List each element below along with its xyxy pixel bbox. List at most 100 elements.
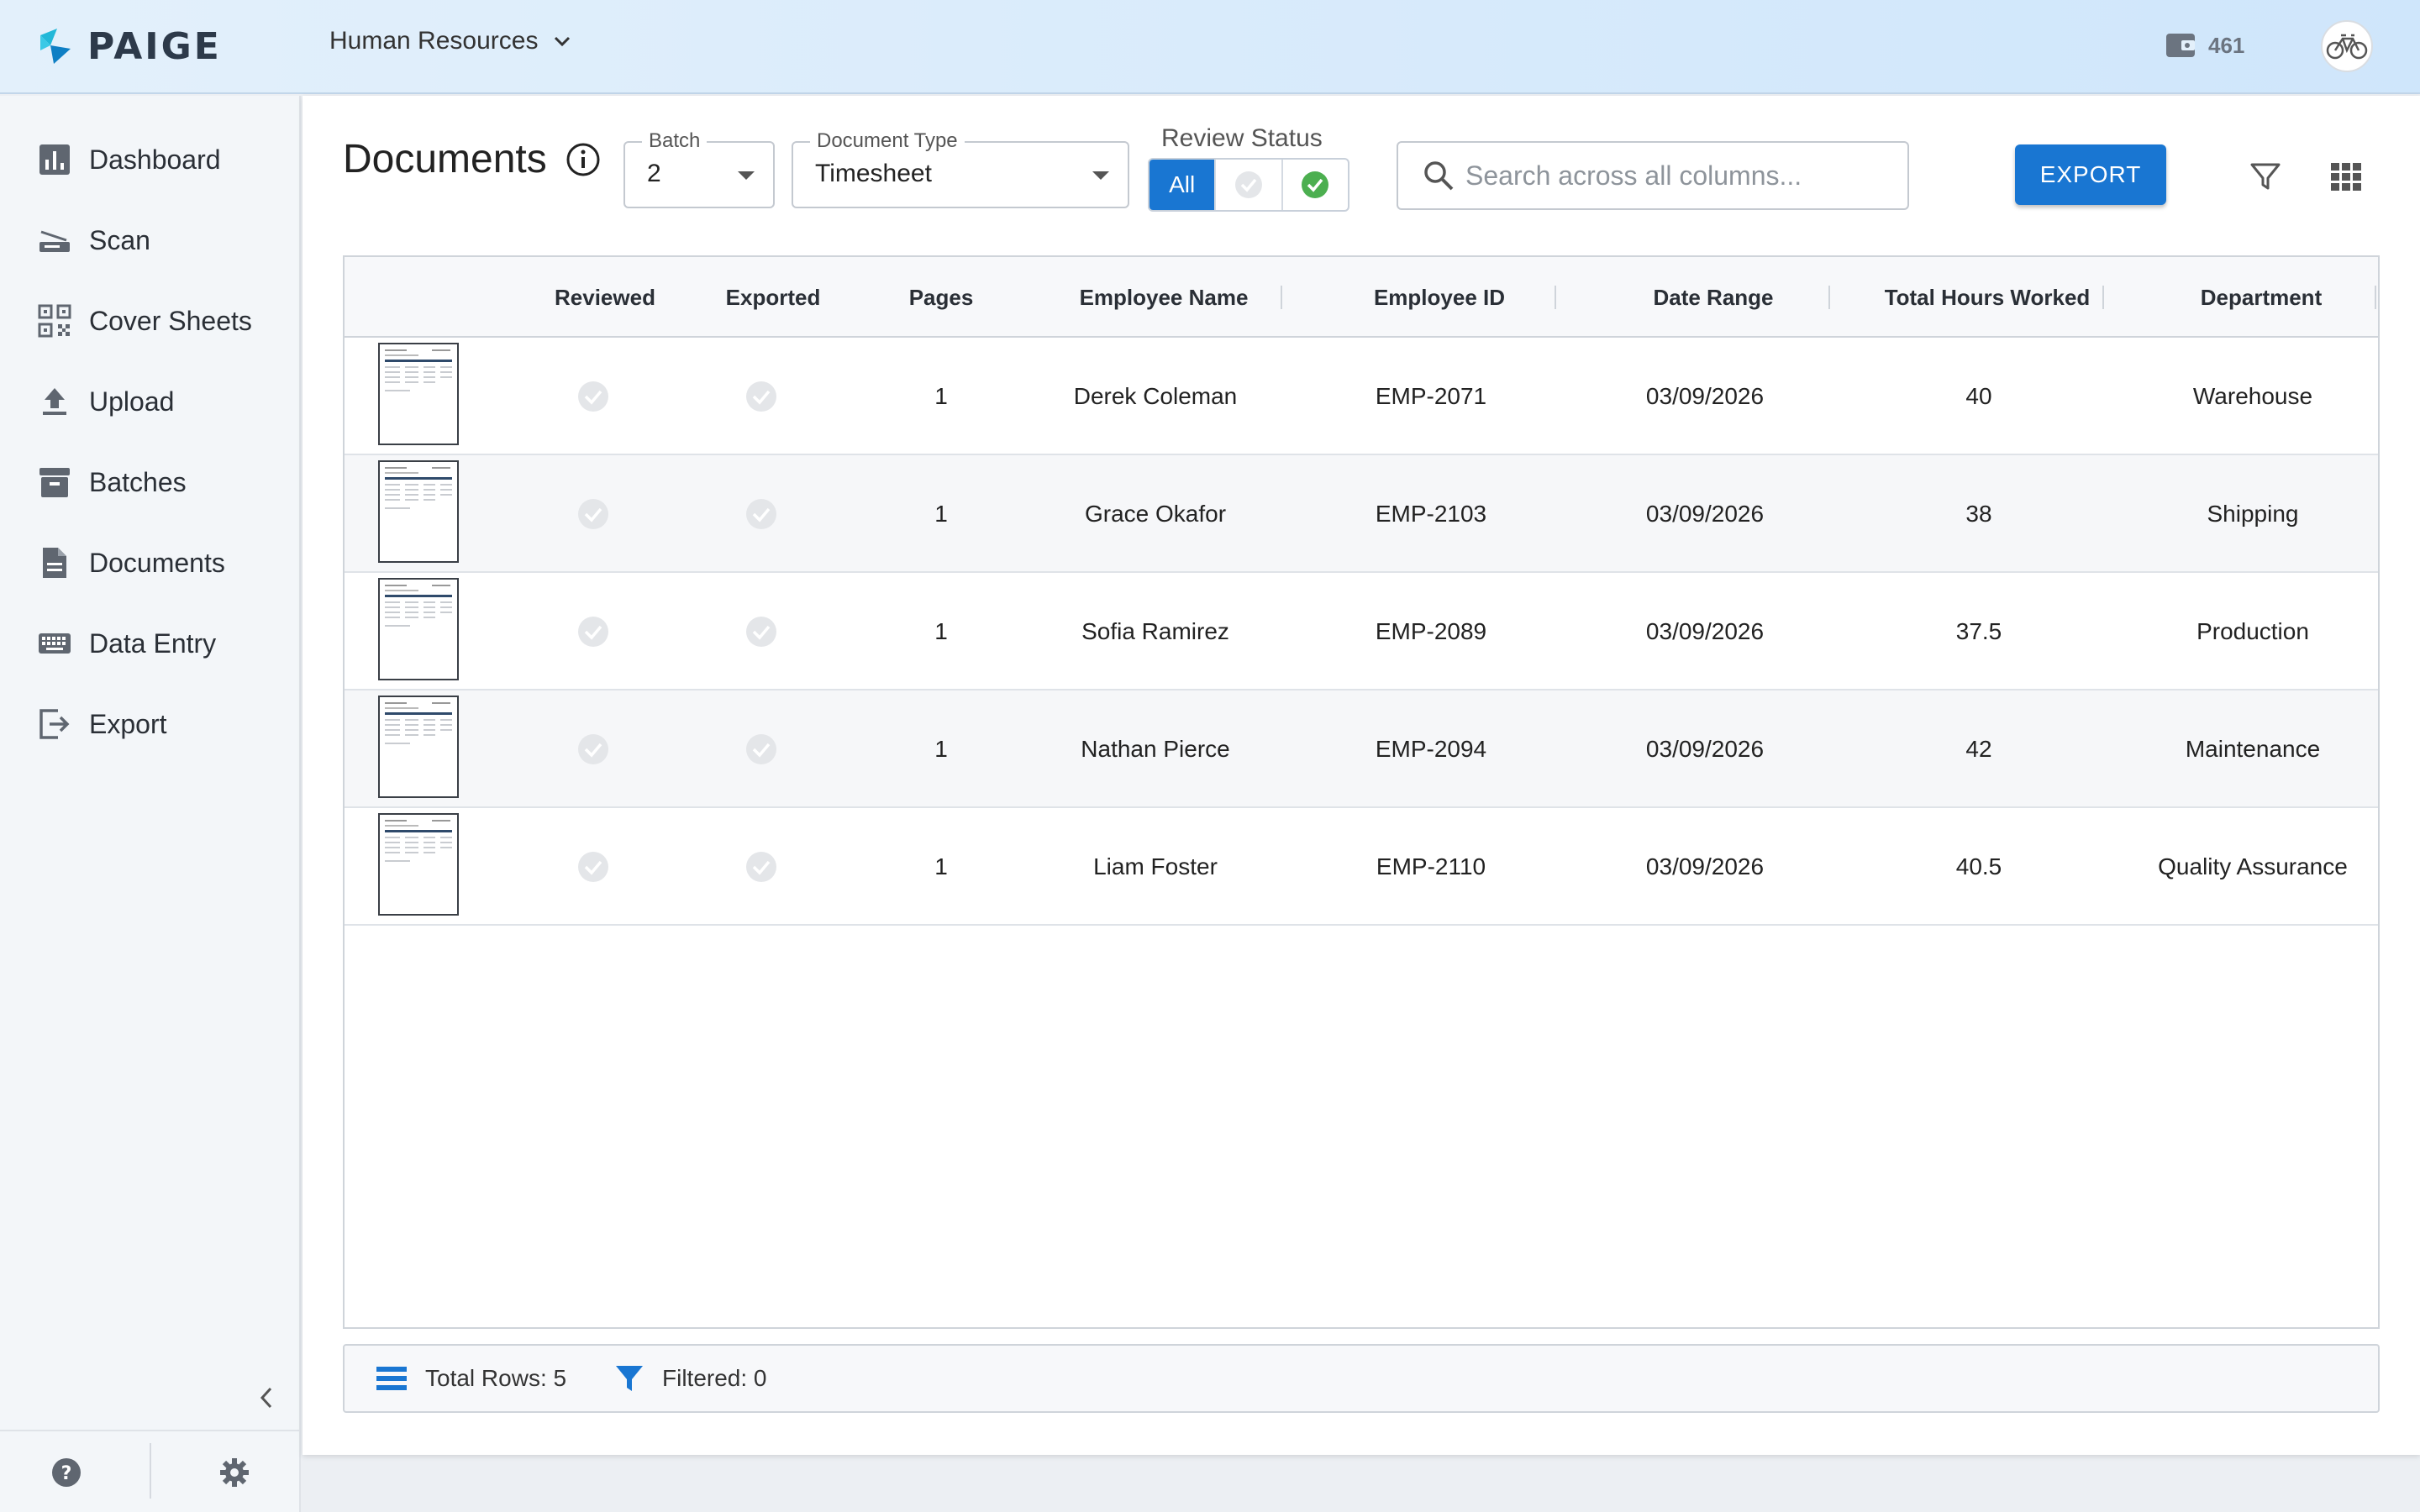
document-thumbnail[interactable]	[378, 578, 459, 680]
cell-employee-id: EMP-2110	[1376, 853, 1486, 879]
cell-pages: 1	[934, 501, 948, 527]
document-thumbnail[interactable]	[378, 343, 459, 445]
check-circle-icon	[1302, 171, 1329, 198]
total-rows-indicator: Total Rows: 5	[376, 1346, 566, 1411]
column-resize-handle[interactable]	[1555, 286, 1556, 309]
reviewed-status-icon	[509, 338, 677, 455]
help-icon: ?	[52, 1458, 81, 1487]
sidebar-item-cover-sheets[interactable]: Cover Sheets	[37, 296, 289, 346]
cell-pages: 1	[934, 618, 948, 644]
cell-employee-id: EMP-2103	[1375, 501, 1487, 527]
table-header: Reviewed Exported Pages Employee Name Em…	[345, 257, 2378, 338]
exported-status-icon	[677, 455, 845, 573]
search-box[interactable]	[1397, 141, 1909, 210]
sidebar-item-batches[interactable]: Batches	[37, 457, 289, 507]
column-header-department[interactable]: Department	[2124, 257, 2398, 338]
export-button[interactable]: EXPORT	[2015, 144, 2166, 205]
keyboard-icon	[37, 626, 72, 661]
cell-employee-id: EMP-2071	[1375, 383, 1487, 409]
settings-button[interactable]	[212, 1450, 257, 1495]
filter-button[interactable]	[2244, 155, 2287, 198]
sidebar-item-data-entry[interactable]: Data Entry	[37, 618, 289, 669]
credits-indicator[interactable]: 461	[2165, 30, 2244, 60]
sidebar: Dashboard Scan Cover Sheets Upload Batch…	[0, 96, 301, 1512]
table-row[interactable]: 1 Liam Foster EMP-2110 03/09/2026 40.5 Qualit…	[345, 808, 2378, 926]
column-header-date-range[interactable]: Date Range	[1576, 257, 1850, 338]
document-thumbnail[interactable]	[378, 813, 459, 916]
search-input[interactable]	[1465, 160, 1902, 192]
cell-employee-id: EMP-2094	[1375, 736, 1487, 762]
table-row[interactable]: 1 Sofia Ramirez EMP-2089 03/09/2026 37.5 Prod…	[345, 573, 2378, 690]
exported-status-icon	[677, 338, 845, 455]
upload-icon	[37, 384, 72, 419]
sidebar-item-documents[interactable]: Documents	[37, 538, 289, 588]
column-header-reviewed[interactable]: Reviewed	[521, 257, 689, 338]
credits-count: 461	[2208, 32, 2245, 58]
wallet-icon	[2166, 34, 2195, 57]
cell-date-range: 03/09/2026	[1645, 853, 1765, 879]
column-resize-handle[interactable]	[2375, 286, 2376, 309]
column-layout-button[interactable]	[2324, 155, 2368, 198]
chevron-left-icon	[260, 1387, 272, 1409]
sidebar-item-export[interactable]: Export	[37, 699, 289, 749]
search-icon	[1424, 161, 1454, 191]
cell-date-range: 03/09/2026	[1645, 618, 1765, 644]
paige-logo[interactable]: PAIGE	[37, 25, 222, 68]
grid-view-icon	[2331, 163, 2361, 191]
total-rows-text: Total Rows: 5	[425, 1365, 567, 1391]
page-title-text: Documents	[343, 137, 547, 181]
qr-code-icon	[37, 303, 72, 339]
sidebar-item-label: Dashboard	[89, 144, 221, 175]
help-button[interactable]: ?	[44, 1450, 89, 1495]
reviewed-status-icon	[509, 573, 677, 690]
column-resize-handle[interactable]	[1281, 286, 1282, 309]
column-header-total-hours[interactable]: Total Hours Worked	[1850, 257, 2124, 338]
document-thumbnail[interactable]	[378, 460, 459, 563]
review-filter-all[interactable]: All	[1150, 160, 1217, 210]
cell-employee-name: Sofia Ramirez	[1081, 618, 1229, 644]
rows-icon	[376, 1367, 407, 1390]
sidebar-item-scan[interactable]: Scan	[37, 215, 289, 265]
sidebar-item-label: Export	[89, 708, 167, 739]
column-resize-handle[interactable]	[1828, 286, 1830, 309]
collapse-sidebar-button[interactable]	[252, 1379, 281, 1416]
review-filter-reviewed[interactable]	[1283, 160, 1348, 210]
sidebar-item-dashboard[interactable]: Dashboard	[37, 134, 289, 185]
column-header-employee-name[interactable]: Employee Name	[1025, 257, 1302, 338]
sidebar-item-label: Batches	[89, 466, 187, 497]
document-type-select[interactable]: Document Type Timesheet	[792, 129, 1129, 208]
table-row[interactable]: 1 Grace Okafor EMP-2103 03/09/2026 38 Shippin…	[345, 455, 2378, 573]
info-icon[interactable]	[566, 142, 601, 177]
review-filter-unreviewed[interactable]	[1216, 160, 1283, 210]
document-type-label: Document Type	[810, 129, 965, 153]
cell-total-hours: 37.5	[1955, 618, 2002, 644]
brand-name: PAIGE	[87, 25, 222, 68]
sidebar-item-label: Upload	[89, 386, 175, 417]
column-header-employee-id[interactable]: Employee ID	[1302, 257, 1576, 338]
sidebar-item-label: Cover Sheets	[89, 305, 252, 336]
document-icon	[37, 545, 72, 580]
review-status-toggle: All	[1148, 158, 1349, 212]
sidebar-item-upload[interactable]: Upload	[37, 376, 289, 427]
exported-status-icon	[677, 573, 845, 690]
table-row[interactable]: 1 Nathan Pierce EMP-2094 03/09/2026 42 Mainte…	[345, 690, 2378, 808]
documents-table: Reviewed Exported Pages Employee Name Em…	[343, 255, 2380, 1329]
caret-down-icon	[738, 171, 755, 180]
cell-date-range: 03/09/2026	[1645, 736, 1765, 762]
batch-select[interactable]: Batch 2	[623, 129, 775, 208]
document-type-value: Timesheet	[815, 160, 932, 187]
column-header-pages[interactable]: Pages	[857, 257, 1025, 338]
batch-value: 2	[647, 160, 661, 187]
user-avatar[interactable]	[2321, 20, 2373, 72]
document-thumbnail[interactable]	[378, 696, 459, 798]
svg-text:?: ?	[61, 1463, 72, 1484]
reviewed-status-icon	[509, 455, 677, 573]
column-header-exported[interactable]: Exported	[689, 257, 857, 338]
column-resize-handle[interactable]	[2102, 286, 2104, 309]
table-row[interactable]: 1 Derek Coleman EMP-2071 03/09/2026 40 Wareho…	[345, 338, 2378, 455]
review-filter-all-label: All	[1169, 171, 1196, 197]
workspace-selector[interactable]: Human Resources	[329, 27, 571, 55]
cell-total-hours: 40	[1965, 383, 1992, 409]
cell-total-hours: 42	[1965, 736, 1992, 762]
paige-logo-icon	[40, 28, 71, 64]
